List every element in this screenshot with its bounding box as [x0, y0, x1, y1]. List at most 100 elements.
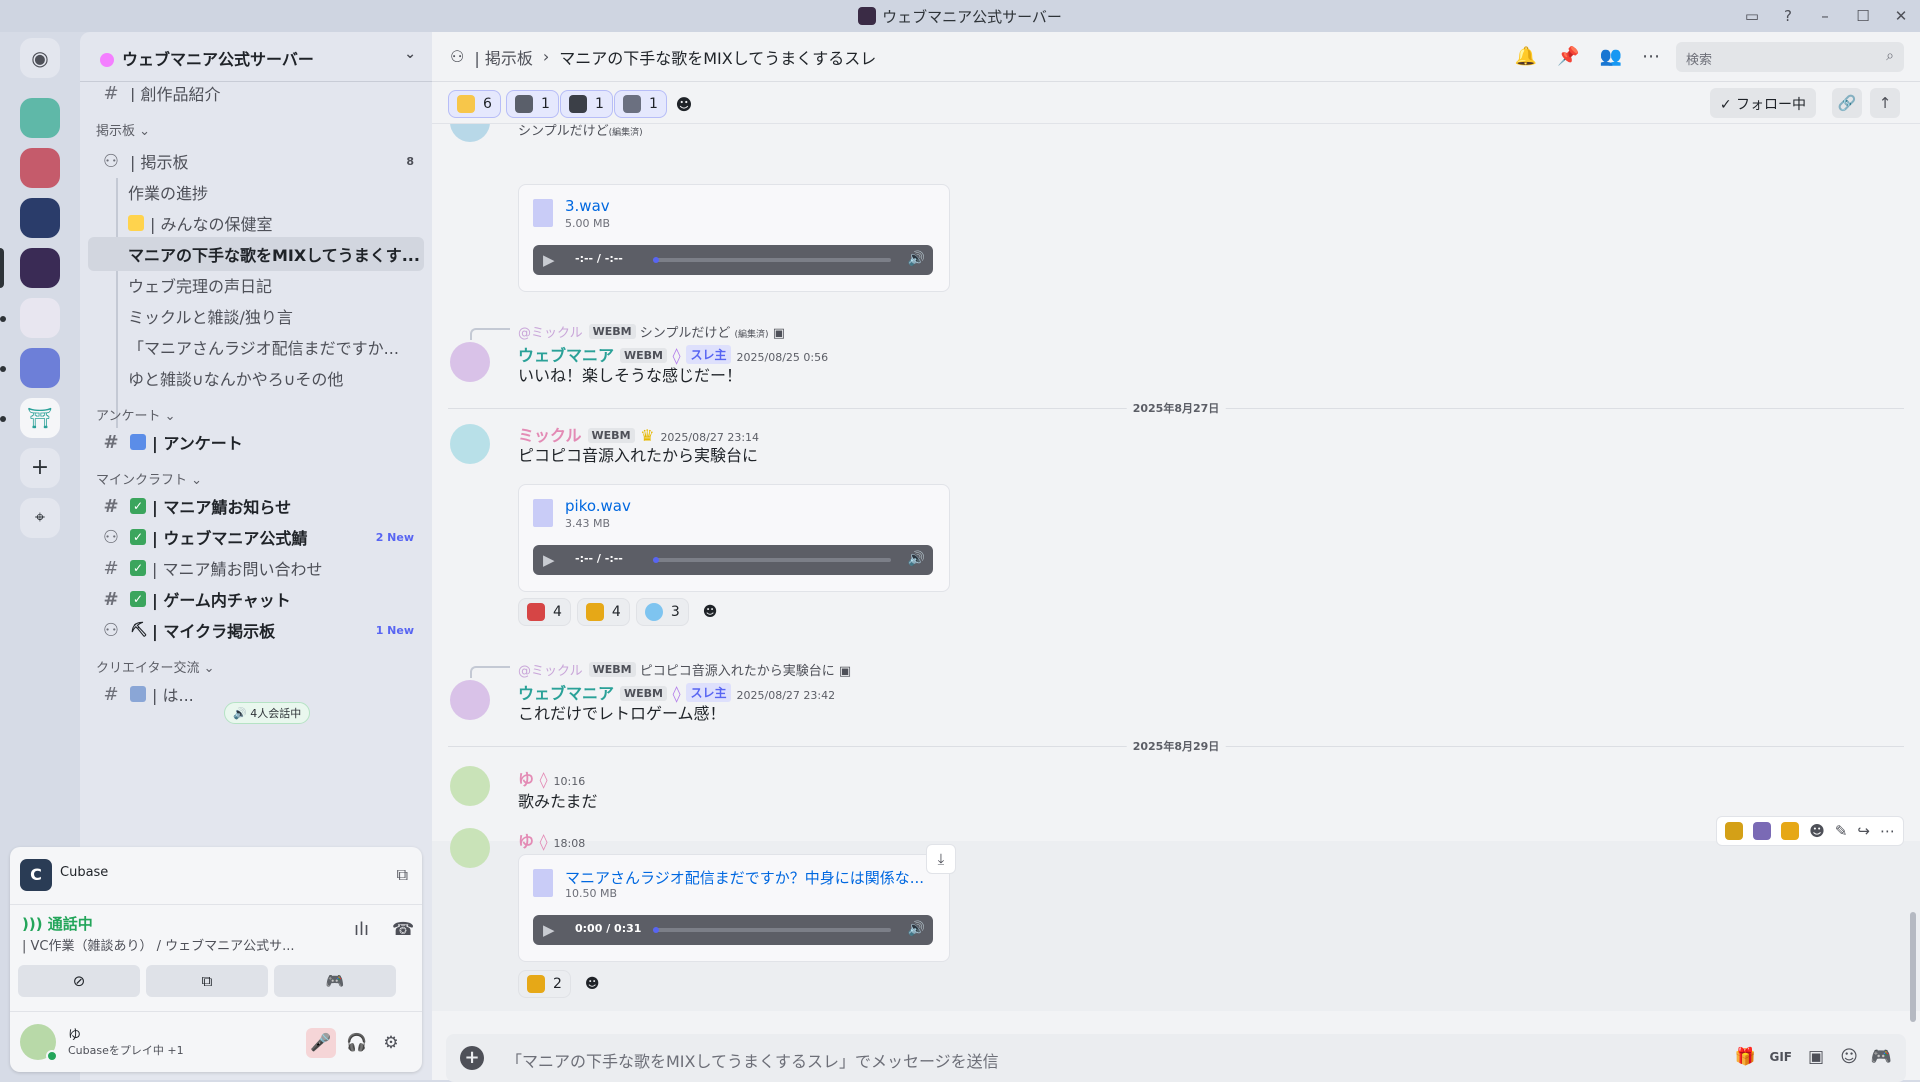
reaction[interactable]: 4	[518, 598, 571, 626]
file-name-link[interactable]: 3.wav	[565, 197, 935, 215]
reaction-grid[interactable]: 1	[560, 90, 613, 118]
scrollbar-thumb[interactable]	[1910, 912, 1916, 1022]
emoji-icon[interactable]: ☺	[1840, 1047, 1858, 1067]
more-icon[interactable]: ⋯	[1642, 46, 1660, 67]
audio-progress[interactable]	[653, 927, 891, 933]
channel-mc-news[interactable]: # ✓ | マニア鯖お知らせ	[88, 489, 424, 523]
emoji-icon[interactable]	[1753, 822, 1772, 840]
thread-item[interactable]: 作業の進捗	[88, 175, 424, 209]
add-reaction-icon[interactable]: ☻	[1809, 822, 1825, 840]
play-icon[interactable]: ▶	[543, 551, 555, 569]
sticker-icon[interactable]: ▣	[1808, 1047, 1824, 1067]
volume-icon[interactable]: 🔊	[908, 551, 925, 567]
scroll-up-icon[interactable]: ↑	[1870, 88, 1900, 118]
volume-icon[interactable]: 🔊	[908, 921, 925, 937]
reply-preview[interactable]: @ミックル WEBM シンプルだけど (編集済) ▣	[518, 322, 785, 341]
thread-item[interactable]: ウェブ完理の声日記	[88, 268, 424, 302]
emoji-icon[interactable]	[1725, 822, 1744, 840]
noise-suppression-icon[interactable]: ılı	[354, 919, 369, 940]
voice-status[interactable]: ))) 通話中	[22, 913, 93, 934]
audio-progress[interactable]	[653, 557, 891, 563]
progress-knob[interactable]	[653, 557, 659, 563]
disconnect-icon[interactable]: ☎	[392, 919, 414, 940]
reaction[interactable]: 4	[576, 598, 630, 626]
add-reaction-icon[interactable]: ☻	[577, 970, 608, 998]
username[interactable]: ゆ	[518, 770, 534, 789]
progress-knob[interactable]	[653, 257, 659, 263]
avatar[interactable]	[20, 1024, 58, 1062]
add-server-icon[interactable]: +	[20, 448, 60, 488]
reaction-pen[interactable]: 1	[506, 90, 559, 118]
more-icon[interactable]: ⋯	[1880, 822, 1895, 840]
category-survey[interactable]: アンケート ⌄	[96, 405, 176, 424]
username[interactable]: ゆ	[518, 832, 534, 851]
channel-survey[interactable]: # | アンケート	[88, 425, 424, 459]
volume-icon[interactable]: 🔊	[908, 251, 925, 267]
channel-mc-chat[interactable]: # ✓ | ゲーム内チャット	[88, 582, 424, 616]
message-composer[interactable]: + 「マニアの下手な歌をMIXしてうまくするスレ」でメッセージを送信 🎁 GIF…	[446, 1034, 1906, 1082]
edit-icon[interactable]: ✎	[1835, 822, 1848, 840]
breadcrumb-forum[interactable]: | 掲示板	[474, 45, 532, 69]
pin-icon[interactable]: 📌	[1557, 46, 1579, 67]
chevron-down-icon[interactable]: ⌄	[404, 46, 416, 62]
category-minecraft[interactable]: マインクラフト ⌄	[96, 469, 202, 488]
avatar[interactable]	[450, 342, 490, 382]
link-icon[interactable]: 🔗	[1832, 88, 1862, 118]
thread-item[interactable]: ミックルと雑談/独り言	[88, 299, 424, 333]
category-creator[interactable]: クリエイター交流 ⌄	[96, 657, 215, 676]
emoji-icon[interactable]	[1781, 822, 1800, 840]
gif-icon[interactable]: GIF	[1769, 1050, 1792, 1064]
add-reaction-icon[interactable]: ☻	[695, 598, 726, 626]
minimize-button[interactable]: –	[1806, 0, 1844, 32]
thread-item[interactable]: 「マニアさんラジオ配信まだですか...	[88, 330, 424, 364]
avatar[interactable]	[450, 424, 490, 464]
file-name-link[interactable]: piko.wav	[565, 497, 935, 515]
download-icon[interactable]: ⤓	[926, 844, 956, 874]
follow-button[interactable]: ✓ フォロー中	[1709, 88, 1816, 118]
camera-off-button[interactable]: ⊘	[18, 965, 140, 997]
maximize-button[interactable]: ☐	[1844, 0, 1882, 32]
discord-home-icon[interactable]: ◉	[20, 38, 60, 78]
close-button[interactable]: ✕	[1882, 0, 1920, 32]
avatar[interactable]	[450, 828, 490, 868]
server-icon[interactable]	[20, 148, 60, 188]
voice-channel-name[interactable]: | VC作業（雑談あり） / ウェブマニア公式サ...	[22, 935, 342, 954]
members-icon[interactable]: 👥	[1600, 46, 1622, 67]
server-icon[interactable]	[20, 198, 60, 238]
play-icon[interactable]: ▶	[543, 921, 555, 939]
forum-channel[interactable]: ⚇ | 掲示板 8	[88, 144, 424, 178]
server-icon[interactable]	[20, 348, 60, 388]
thread-item-active[interactable]: マニアの下手な歌をMIXしてうまくす...	[88, 237, 424, 271]
inbox-icon[interactable]: ▭	[1734, 0, 1770, 32]
server-icon[interactable]	[20, 98, 60, 138]
discover-icon[interactable]: ⌖	[20, 498, 60, 538]
reply-preview[interactable]: @ミックル WEBM ピコピコ音源入れたから実験台に ▣	[518, 660, 851, 679]
voice-users-pill[interactable]: 🔊 4人会話中	[224, 702, 311, 724]
avatar[interactable]	[450, 680, 490, 720]
message-input[interactable]: 「マニアの下手な歌をMIXしてうまくするスレ」でメッセージを送信	[506, 1048, 999, 1072]
headphones-icon[interactable]: 🎧	[342, 1028, 372, 1058]
reaction[interactable]: 2	[518, 970, 571, 998]
activity-button[interactable]: 🎮	[274, 965, 396, 997]
server-icon[interactable]	[20, 298, 60, 338]
add-reaction-icon[interactable]: ☻	[670, 90, 698, 118]
channel-item[interactable]: # | 創作品紹介	[88, 84, 424, 102]
channel-mc-contact[interactable]: # ✓ | マニア鯖お問い合わせ	[88, 551, 424, 585]
thread-item[interactable]: ゆと雑談∪なんかやろ∪その他	[88, 361, 424, 395]
avatar[interactable]	[450, 766, 490, 806]
reaction[interactable]: 3	[635, 598, 689, 626]
screen-share-icon[interactable]: ⧉	[397, 865, 408, 885]
server-icon[interactable]	[20, 248, 60, 288]
mic-muted-icon[interactable]: 🎤	[306, 1028, 336, 1058]
reaction-up[interactable]: 1	[614, 90, 667, 118]
settings-gear-icon[interactable]: ⚙	[376, 1028, 406, 1058]
screen-share-button[interactable]: ⧉	[146, 965, 268, 997]
activity-row[interactable]: C Cubase ⧉	[10, 847, 422, 905]
play-icon[interactable]: ▶	[543, 251, 555, 269]
progress-knob[interactable]	[653, 927, 659, 933]
channel-mc-official[interactable]: ⚇ ✓ | ウェブマニア公式鯖 2 New	[88, 520, 424, 554]
channel-mc-board[interactable]: ⚇ ⛏ | マイクラ掲示板 1 New	[88, 613, 424, 647]
reaction-thumbs-up[interactable]: 6	[448, 90, 501, 118]
file-name-link[interactable]: マニアさんラジオ配信まだですか？中身には関係な...	[565, 867, 935, 888]
attach-plus-icon[interactable]: +	[460, 1046, 484, 1070]
